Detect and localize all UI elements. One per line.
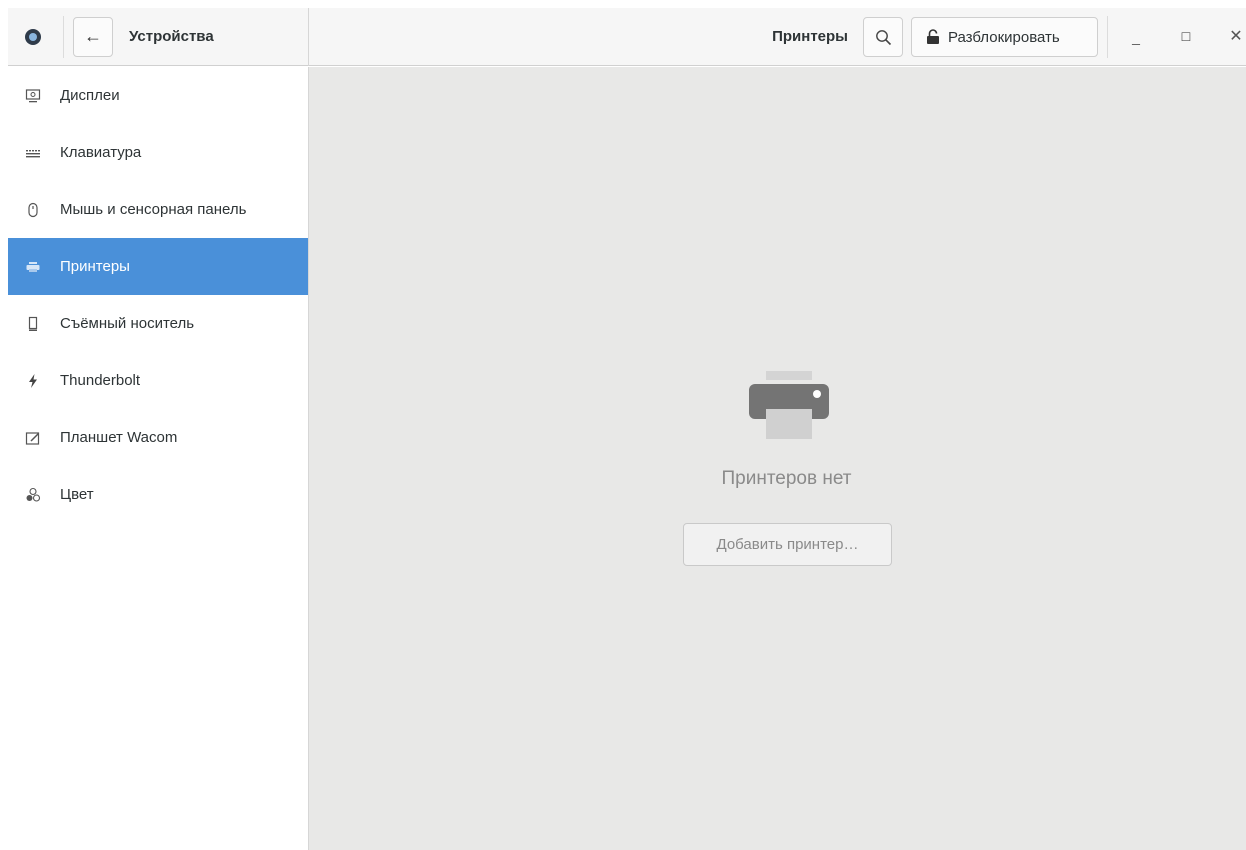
add-printer-button[interactable]: Добавить принтер… <box>683 523 892 566</box>
sidebar: Дисплеи Клавиатура Мышь и сенсорная пане… <box>8 67 309 850</box>
back-button[interactable]: ← <box>73 17 113 57</box>
unlock-label: Разблокировать <box>948 28 1060 46</box>
sidebar-item-label: Thunderbolt <box>60 372 141 389</box>
maximize-icon: ☐ <box>1180 30 1192 44</box>
panel-title: Устройства <box>129 28 214 45</box>
sidebar-item-wacom[interactable]: Планшет Wacom <box>8 409 308 466</box>
search-button[interactable] <box>863 17 903 57</box>
printer-icon <box>25 259 41 275</box>
sidebar-item-label: Мышь и сенсорная панель <box>60 201 247 218</box>
unlock-button[interactable]: Разблокировать <box>911 17 1098 57</box>
mouse-icon <box>25 202 41 218</box>
page-title: Принтеры <box>772 28 848 45</box>
color-icon <box>25 487 41 503</box>
sidebar-item-removable-media[interactable]: Съёмный носитель <box>8 295 308 352</box>
minimize-button[interactable]: _ <box>1122 22 1150 52</box>
sidebar-item-displays[interactable]: Дисплеи <box>8 67 308 124</box>
keyboard-icon <box>25 145 41 161</box>
sidebar-item-color[interactable]: Цвет <box>8 466 308 523</box>
sidebar-item-label: Планшет Wacom <box>60 429 178 446</box>
close-icon: ✕ <box>1229 28 1243 45</box>
header-left-pane: ← Устройства <box>8 8 309 66</box>
empty-state-message: Принтеров нет <box>721 468 852 489</box>
removable-media-icon <box>25 316 41 332</box>
sidebar-item-mouse[interactable]: Мышь и сенсорная панель <box>8 181 308 238</box>
lock-icon <box>927 29 939 44</box>
header-separator-right <box>1107 16 1108 58</box>
sidebar-item-printers[interactable]: Принтеры <box>8 238 308 295</box>
header-separator <box>63 16 64 58</box>
maximize-button[interactable]: ☐ <box>1172 22 1200 52</box>
settings-app-icon <box>25 29 41 45</box>
minimize-icon: _ <box>1132 29 1140 45</box>
arrow-left-icon: ← <box>84 26 102 46</box>
sidebar-item-label: Съёмный носитель <box>60 315 195 332</box>
sidebar-item-label: Цвет <box>60 486 94 503</box>
sidebar-item-label: Принтеры <box>60 258 130 275</box>
sidebar-item-thunderbolt[interactable]: Thunderbolt <box>8 352 308 409</box>
display-icon <box>25 88 41 104</box>
tablet-icon <box>25 430 41 446</box>
close-button[interactable]: ✕ <box>1222 22 1246 52</box>
printer-empty-icon <box>749 371 829 439</box>
thunderbolt-icon <box>25 373 41 389</box>
sidebar-item-label: Дисплеи <box>60 87 120 104</box>
settings-window: ← Устройства Принтеры Разблокировать _ ☐… <box>8 8 1246 850</box>
sidebar-item-keyboard[interactable]: Клавиатура <box>8 124 308 181</box>
sidebar-item-label: Клавиатура <box>60 144 142 161</box>
header-bar: ← Устройства Принтеры Разблокировать _ ☐… <box>8 8 1246 66</box>
search-icon <box>876 30 892 46</box>
printers-panel: Принтеров нет Добавить принтер… <box>309 67 1246 850</box>
